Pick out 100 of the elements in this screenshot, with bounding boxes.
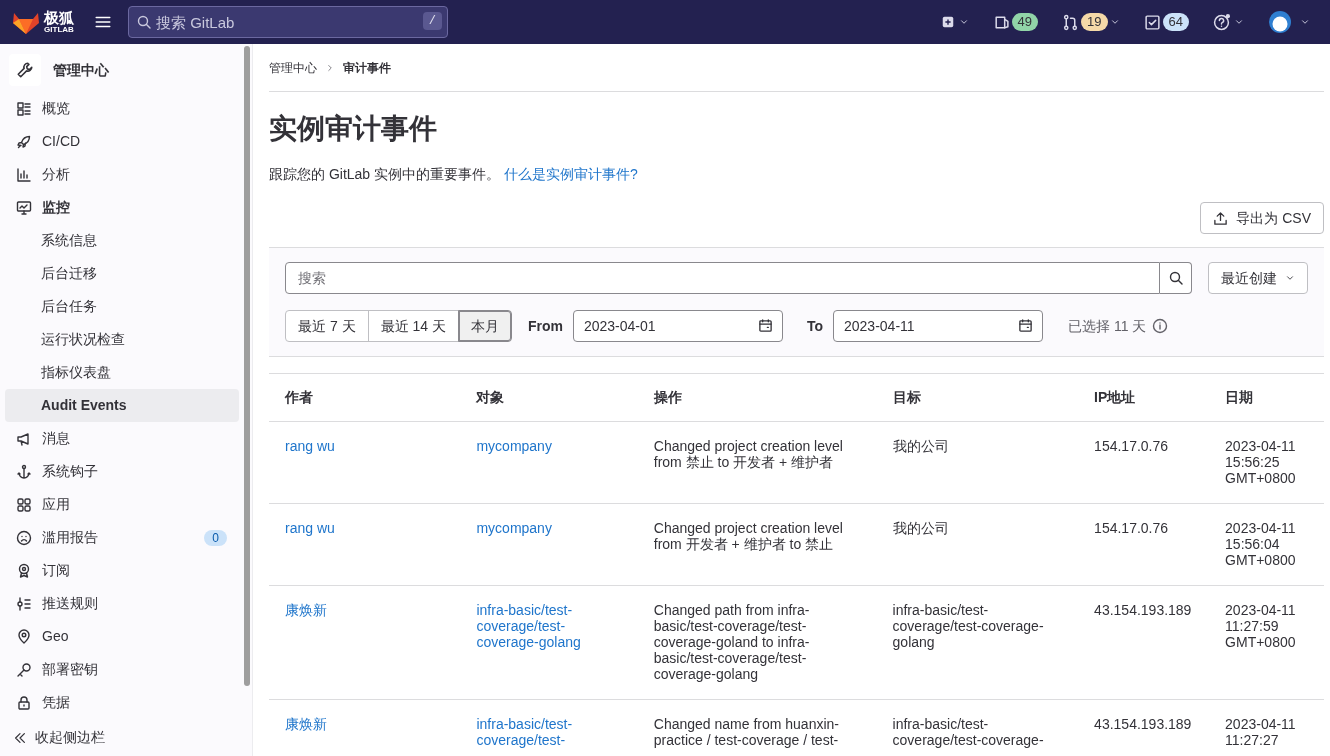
search-button[interactable] (1160, 262, 1192, 294)
chevron-down-icon (1109, 17, 1120, 27)
chevron-right-icon (325, 62, 335, 73)
sidebar-item[interactable]: 滥用报告 0 (5, 521, 239, 554)
rocket-icon (16, 133, 32, 150)
sidebar-item[interactable]: 指标仪表盘 (5, 356, 239, 389)
count-badge: 0 (204, 529, 227, 546)
column-header: IP地址 (1094, 389, 1136, 405)
object-link[interactable]: mycompany (476, 520, 622, 536)
issue-icon (992, 13, 1010, 31)
table-cell-text: 2023-04-11 11:27:59 GMT+0800 (1225, 602, 1297, 650)
sidebar-item[interactable]: 消息 (5, 422, 239, 455)
column-header: 目标 (892, 389, 921, 405)
date-range-button[interactable]: 本月 (457, 310, 512, 342)
sidebar-item[interactable]: 订阅 (5, 554, 239, 587)
sidebar-item[interactable]: 部署密钥 (5, 653, 239, 686)
count-badge: 19 (1081, 13, 1108, 31)
sidebar-item[interactable]: Geo (5, 620, 239, 653)
issue-button[interactable]: 49 (992, 13, 1039, 31)
table-cell-text: 154.17.0.76 (1094, 520, 1170, 536)
wrench-icon (16, 61, 34, 79)
bar-chart-icon (16, 166, 32, 183)
sidebar-item[interactable]: 系统钩子 (5, 455, 239, 488)
export-csv-button[interactable]: 导出为 CSV (1200, 202, 1324, 234)
brand-name: 极狐 (44, 10, 74, 25)
sidebar-item[interactable]: Audit Events (5, 389, 239, 422)
author-link[interactable]: 康焕新 (285, 716, 445, 732)
search-icon (136, 14, 152, 30)
apps-icon (16, 496, 32, 513)
date-field[interactable]: 2023-04-01 (572, 310, 783, 342)
column-header: 操作 (653, 389, 682, 405)
selected-days-text: 已选择 11 天 (1068, 316, 1147, 336)
table-cell-text: 2023-04-11 15:56:04 GMT+0800 (1225, 520, 1297, 568)
grid-list-icon (16, 100, 32, 117)
help-button[interactable] (1213, 13, 1244, 31)
sidebar-title: 管理中心 (53, 60, 109, 80)
chevron-down-icon (1300, 17, 1310, 27)
table-cell-text: infra-basic/test-coverage/test-coverage- (892, 716, 1045, 748)
sad-face-icon (16, 529, 32, 546)
lock-icon (16, 694, 32, 711)
sidebar-item[interactable]: CI/CD (5, 125, 239, 158)
key-icon (16, 661, 32, 678)
breadcrumb-link[interactable]: 管理中心 (269, 58, 317, 77)
sidebar-item[interactable]: 系统信息 (5, 224, 239, 257)
object-link[interactable]: infra-basic/test-coverage/test-coverage-golang (476, 602, 622, 650)
table-cell-text: Changed path from infra-basic/test-coverage/test-coverage-goland to infra-basic/test-coverage/test-coverage-golang (653, 602, 811, 682)
help-icon (1213, 13, 1230, 31)
plus-square-icon (940, 15, 955, 29)
sidebar-item[interactable]: 分析 (5, 158, 239, 191)
date-range-button[interactable]: 最近 14 天 (367, 310, 459, 342)
count-badge: 64 (1162, 13, 1189, 31)
create-button[interactable] (940, 15, 969, 29)
sidebar-item[interactable]: 监控 (5, 191, 239, 224)
sidebar-item[interactable]: 后台任务 (5, 290, 239, 323)
merge-request-button[interactable]: 19 (1062, 13, 1120, 31)
user-menu-button[interactable] (1268, 10, 1310, 34)
anchor-icon (16, 463, 32, 480)
chevron-down-icon (1234, 17, 1244, 27)
date-field[interactable]: 2023-04-11 (833, 310, 1043, 342)
column-header: 对象 (476, 389, 505, 405)
column-header: 作者 (285, 389, 313, 405)
sidebar-item[interactable]: 推送规则 (5, 587, 239, 620)
page-description: 跟踪您的 GitLab 实例中的重要事件。 (269, 165, 501, 184)
search-icon (1167, 270, 1184, 286)
table-cell-text: Changed project creation level from 开发者 + 维护者 to 禁止 (653, 520, 844, 552)
author-link[interactable]: rang wu (285, 438, 445, 454)
sidebar-item[interactable]: 概览 (5, 92, 239, 125)
avatar-icon (1268, 10, 1292, 34)
calendar-icon (1018, 318, 1033, 333)
push-rules-icon (16, 595, 32, 612)
monitor-icon (16, 199, 32, 216)
sidebar-item[interactable]: 后台迁移 (5, 257, 239, 290)
double-chevron-left-icon (13, 730, 27, 745)
table-cell-text: 2023-04-11 15:56:25 GMT+0800 (1225, 438, 1297, 486)
help-link[interactable]: 什么是实例审计事件? (504, 164, 638, 185)
date-label: To (806, 316, 823, 336)
object-link[interactable]: infra-basic/test-coverage/test- (476, 716, 622, 748)
breadcrumb-link[interactable]: 审计事件 (343, 58, 391, 77)
brand-subtitle: GITLAB (44, 26, 74, 34)
table-cell-text: infra-basic/test-coverage/test-coverage-golang (892, 602, 1045, 650)
count-badge: 49 (1011, 13, 1039, 31)
sort-dropdown[interactable]: 最近创建 (1208, 262, 1308, 294)
object-link[interactable]: mycompany (476, 438, 622, 454)
date-range-button[interactable]: 最近 7 天 (285, 310, 369, 342)
sidebar-item[interactable]: 应用 (5, 488, 239, 521)
date-label: From (527, 316, 563, 336)
search-field[interactable]: 搜索 (285, 262, 1160, 294)
todo-icon (1143, 13, 1161, 31)
scrollbar[interactable] (244, 46, 250, 686)
ribbon-badge-icon (16, 562, 32, 579)
table-cell-text: Changed project creation level from 禁止 to 开发者 + 维护者 (653, 438, 844, 470)
table-cell-text: Changed name from huanxin-practice / test-coverage / test- (653, 716, 840, 748)
sidebar-item[interactable]: 凭据 (5, 686, 239, 719)
sidebar-item[interactable]: 运行状况检查 (5, 323, 239, 356)
todo-button[interactable]: 64 (1143, 13, 1189, 31)
author-link[interactable]: 康焕新 (285, 602, 445, 618)
author-link[interactable]: rang wu (285, 520, 445, 536)
collapse-sidebar-link[interactable]: 收起侧边栏 (5, 721, 239, 754)
column-header: 日期 (1225, 389, 1254, 405)
calendar-icon (757, 318, 773, 333)
